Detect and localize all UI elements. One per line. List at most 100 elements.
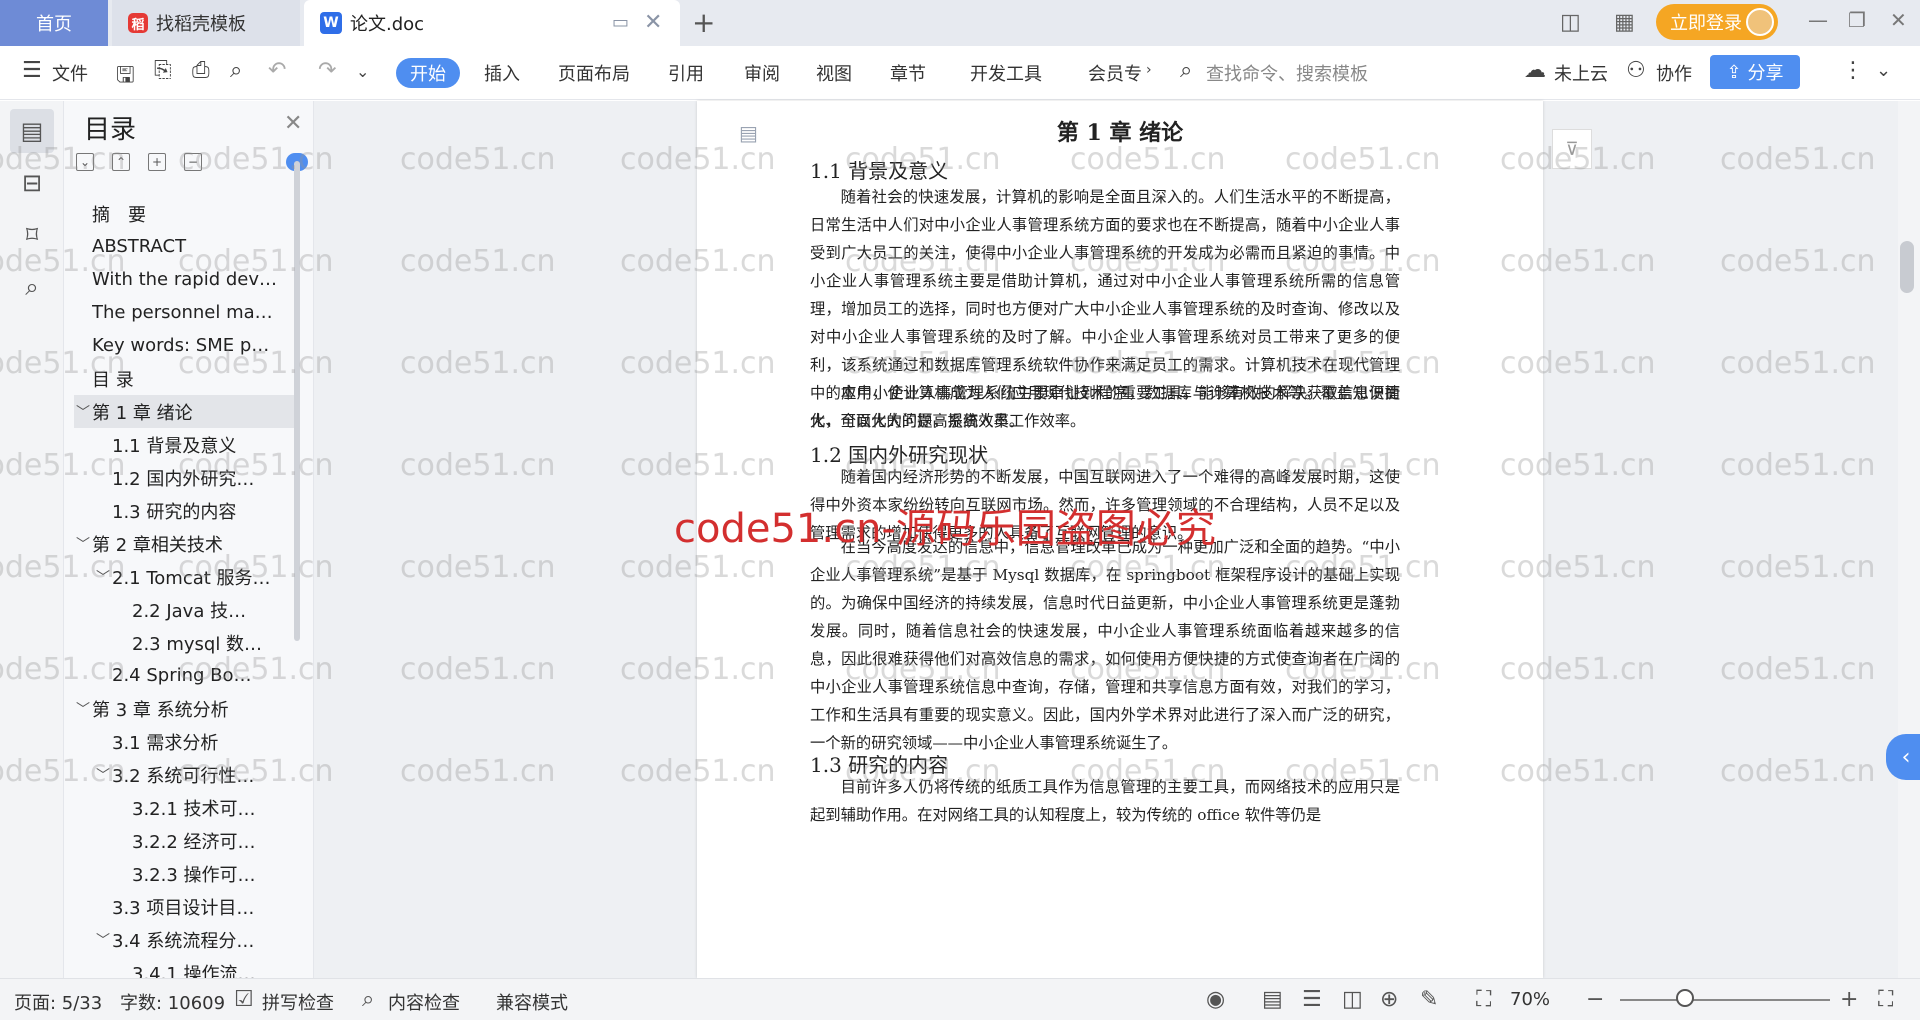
screen-icon[interactable]: ▭ (612, 12, 629, 33)
page-indicator[interactable]: 页面: 5/33 (14, 989, 102, 1015)
minimize-icon[interactable]: — (1808, 8, 1828, 32)
close-nav-icon[interactable]: ✕ (284, 111, 302, 136)
toc-item[interactable]: 3.1 需求分析 (74, 725, 300, 758)
toc-panel-icon[interactable]: ▤ (10, 109, 54, 153)
tab-view[interactable]: 视图 (816, 60, 852, 86)
toc-item[interactable]: 摘 要 (74, 197, 300, 230)
fullscreen-icon[interactable]: ⛶ (1878, 987, 1893, 1012)
eye-protect-icon[interactable]: ◉ (1206, 987, 1225, 1012)
toc-item[interactable]: Key words: SME p… (74, 329, 300, 362)
fit-page-icon[interactable]: ⛶ (1476, 987, 1491, 1012)
zoom-slider[interactable] (1620, 999, 1830, 1001)
spell-check-button[interactable]: 拼写检查 (262, 989, 334, 1015)
quick-access-dropdown-icon[interactable]: ⌄ (356, 62, 369, 81)
toc-item[interactable]: 2.3 mysql 数… (74, 626, 300, 659)
more-tabs-icon[interactable]: › (1146, 62, 1152, 78)
content-check-button[interactable]: 内容检查 (388, 989, 460, 1015)
side-expand-icon[interactable]: ‹ (1886, 734, 1920, 780)
toc-scrollbar[interactable] (294, 161, 300, 641)
page-view-icon[interactable]: ▤ (1262, 987, 1283, 1012)
login-button[interactable]: 立即登录 (1656, 4, 1778, 40)
toc-item[interactable]: 1.2 国内外研究… (74, 461, 300, 494)
tab-developer[interactable]: 开发工具 (970, 60, 1042, 86)
toc-item[interactable]: 3.2.2 经济可… (74, 824, 300, 857)
toc-item[interactable]: 1.3 研究的内容 (74, 494, 300, 527)
share-button[interactable]: ⇪ 分享 (1710, 55, 1800, 89)
restore-icon[interactable]: ❐ (1848, 8, 1866, 32)
toc-item[interactable]: 2.4 Spring Bo… (74, 659, 300, 692)
menu-icon[interactable]: ☰ (22, 58, 42, 83)
toc-item[interactable]: ﹀ 3.2 系统可行性… (74, 758, 300, 791)
toc-expand-icon[interactable]: ﹀ (96, 765, 110, 785)
close-window-icon[interactable]: ✕ (1890, 8, 1907, 32)
collapse-all-icon[interactable]: ⌃ (112, 153, 130, 171)
tab-member[interactable]: 会员专 (1088, 60, 1142, 86)
find-icon[interactable]: ⌕ (10, 265, 54, 309)
toc-item[interactable]: ﹀ 第 2 章相关技术 (74, 527, 300, 560)
toc-item[interactable]: 3.3 项目设计目… (74, 890, 300, 923)
write-view-icon[interactable]: ✎ (1420, 987, 1438, 1012)
vertical-scrollbar[interactable] (1898, 101, 1920, 978)
preview-icon[interactable]: ⌕ (230, 58, 242, 83)
zoom-level[interactable]: 70% (1510, 989, 1550, 1010)
web-view-icon[interactable]: ⊕ (1380, 987, 1398, 1012)
toc-item[interactable]: ﹀ 3.4 系统流程分… (74, 923, 300, 956)
close-tab-icon[interactable]: ✕ (644, 10, 662, 35)
toc-expand-icon[interactable]: ﹀ (96, 930, 110, 950)
bookmark-icon[interactable]: ⌑ (10, 213, 54, 257)
toc-item[interactable]: ﹀ 2.1 Tomcat 服务… (74, 560, 300, 593)
toc-item[interactable]: 3.2.1 技术可… (74, 791, 300, 824)
toc-item[interactable]: The personnel ma… (74, 296, 300, 329)
apps-grid-icon[interactable]: ▦ (1614, 10, 1635, 35)
save-icon[interactable]: 🖫 (116, 58, 135, 96)
toc-item[interactable]: With the rapid dev… (74, 263, 300, 296)
toc-item[interactable]: ﹀ 第 3 章 系统分析 (74, 692, 300, 725)
zoom-in-icon[interactable]: + (1840, 987, 1858, 1012)
tab-chapter[interactable]: 章节 (890, 60, 926, 86)
collapse-ribbon-icon[interactable]: ⌄ (1876, 60, 1891, 81)
document-page[interactable]: ▤ 第 1 章 绪论 1.1 背景及意义 随着社会的快速发展，计算机的影响是全面… (697, 101, 1543, 978)
add-heading-icon[interactable]: + (148, 153, 166, 171)
tab-review[interactable]: 审阅 (744, 60, 780, 86)
chapter-nav-icon[interactable]: ⊟ (10, 161, 54, 205)
toc-expand-icon[interactable]: ﹀ (96, 567, 110, 587)
toc-item[interactable]: 目 录 (74, 362, 300, 395)
toc-item[interactable]: 1.1 背景及意义 (74, 428, 300, 461)
new-tab-icon[interactable]: + (692, 6, 715, 39)
toc-item[interactable]: 3.4.1 操作流… (74, 956, 300, 979)
tab-references[interactable]: 引用 (668, 60, 704, 86)
toc-item[interactable]: 3.2.3 操作可… (74, 857, 300, 890)
word-count[interactable]: 字数: 10609 (120, 989, 225, 1015)
tab-page-layout[interactable]: 页面布局 (558, 60, 630, 86)
toc-expand-icon[interactable]: ﹀ (76, 402, 90, 422)
toc-item[interactable]: ﹀ 第 1 章 绪论 (74, 395, 300, 428)
scrollbar-thumb[interactable] (1900, 241, 1914, 293)
read-view-icon[interactable]: ◫ (1342, 987, 1363, 1012)
toc-item[interactable]: ABSTRACT (74, 230, 300, 263)
command-search-input[interactable]: 查找命令、搜索模板 (1206, 60, 1368, 86)
undo-icon[interactable]: ↶ (268, 58, 286, 83)
tab-home[interactable]: 首页 (0, 0, 108, 46)
remove-heading-icon[interactable]: − (184, 153, 202, 171)
cloud-status[interactable]: 未上云 (1554, 60, 1608, 86)
zoom-slider-handle[interactable] (1676, 989, 1694, 1007)
tab-template[interactable]: 稻 找稻壳模板 (112, 0, 300, 46)
toc-item[interactable]: 2.2 Java 技… (74, 593, 300, 626)
redo-icon[interactable]: ↷ (318, 58, 336, 83)
print-icon[interactable]: ⎙ (192, 58, 210, 83)
tab-document[interactable]: W 论文.doc ▭ ✕ (304, 0, 680, 46)
zoom-out-icon[interactable]: − (1586, 987, 1604, 1012)
tab-start[interactable]: 开始 (396, 58, 460, 88)
outline-view-icon[interactable]: ☰ (1302, 987, 1322, 1012)
export-pdf-icon[interactable]: ⎘ (154, 58, 172, 83)
filter-icon[interactable]: ⊽ (1552, 129, 1592, 169)
toc-expand-icon[interactable]: ﹀ (76, 534, 90, 554)
more-icon[interactable]: ⋮ (1842, 58, 1864, 83)
tab-document-label: 论文.doc (350, 14, 425, 35)
tab-insert[interactable]: 插入 (484, 60, 520, 86)
expand-all-icon[interactable]: ⌄ (76, 153, 94, 171)
layout-icon[interactable]: ◫ (1560, 10, 1581, 35)
file-menu[interactable]: 文件 (52, 60, 88, 86)
collab-button[interactable]: 协作 (1656, 60, 1692, 86)
toc-expand-icon[interactable]: ﹀ (76, 699, 90, 719)
